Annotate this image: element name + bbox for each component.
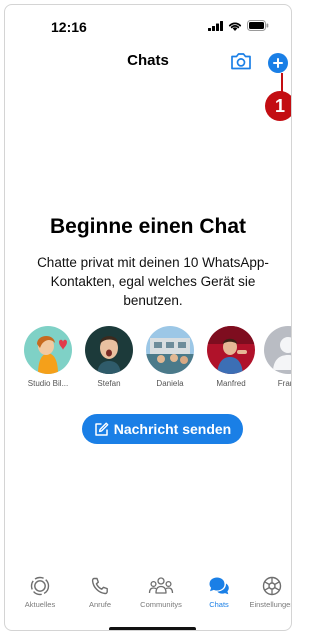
camera-icon	[231, 53, 251, 70]
contact-avatar	[207, 326, 255, 374]
send-message-button[interactable]: Nachricht senden	[82, 414, 243, 444]
phone-icon	[91, 577, 108, 595]
contact-avatar	[85, 326, 133, 374]
contact-item[interactable]: Daniela	[140, 326, 200, 388]
battery-icon	[247, 20, 269, 31]
chats-icon	[209, 577, 229, 595]
status-time: 12:16	[51, 19, 87, 35]
status-icon	[30, 576, 50, 596]
contact-name: Stefan	[97, 379, 121, 388]
send-message-label: Nachricht senden	[113, 421, 232, 437]
contact-name: Manfred	[216, 379, 246, 388]
tab-label: Aktuelles	[24, 600, 56, 609]
tab-chats[interactable]: Chats	[191, 575, 247, 609]
contact-item[interactable]: Stefan	[79, 326, 139, 388]
default-avatar-icon	[264, 326, 291, 374]
new-chat-button[interactable]	[268, 53, 288, 73]
contact-item[interactable]: Studio Bil...	[18, 326, 78, 388]
tab-communities[interactable]: Communitys	[133, 575, 189, 609]
contact-name: Daniela	[156, 379, 184, 388]
tab-label: Anrufe	[88, 600, 112, 609]
tab-label: Chats	[209, 600, 229, 609]
contact-suggestions: Studio Bil... Stefan Daniela Manfred Fra	[5, 326, 291, 396]
empty-state-heading: Beginne einen Chat	[49, 215, 247, 238]
tab-label: Einstellungen	[249, 600, 292, 609]
contact-avatar	[146, 326, 194, 374]
contact-name: Studio Bil...	[27, 379, 69, 388]
contact-item[interactable]: Manfred	[201, 326, 261, 388]
tab-calls[interactable]: Anrufe	[72, 575, 128, 609]
empty-state-description: Chatte privat mit deinen 10 WhatsApp-Kon…	[37, 255, 269, 308]
step-number-badge: 1	[265, 91, 291, 121]
contact-name: Franz	[277, 379, 291, 388]
signal-icon	[208, 20, 223, 31]
tab-updates[interactable]: Aktuelles	[12, 575, 68, 609]
tab-settings[interactable]: Einstellungen	[244, 575, 292, 609]
contact-item[interactable]: Franz	[258, 326, 291, 388]
camera-button[interactable]	[229, 50, 253, 72]
communities-icon	[148, 577, 174, 594]
contact-avatar	[24, 326, 72, 374]
status-icons	[208, 20, 269, 31]
settings-icon	[262, 576, 282, 596]
tab-label: Communitys	[140, 600, 182, 609]
contact-avatar	[264, 326, 291, 374]
status-bar: 12:16	[5, 5, 291, 49]
tab-bar: Aktuelles Anrufe Communitys Chats Einste…	[5, 575, 291, 625]
home-indicator	[109, 627, 196, 630]
wifi-icon	[228, 21, 242, 31]
compose-icon	[95, 422, 109, 436]
phone-screen: 12:16 Chats 1 Beginne einen Chat Chatte …	[4, 4, 292, 631]
